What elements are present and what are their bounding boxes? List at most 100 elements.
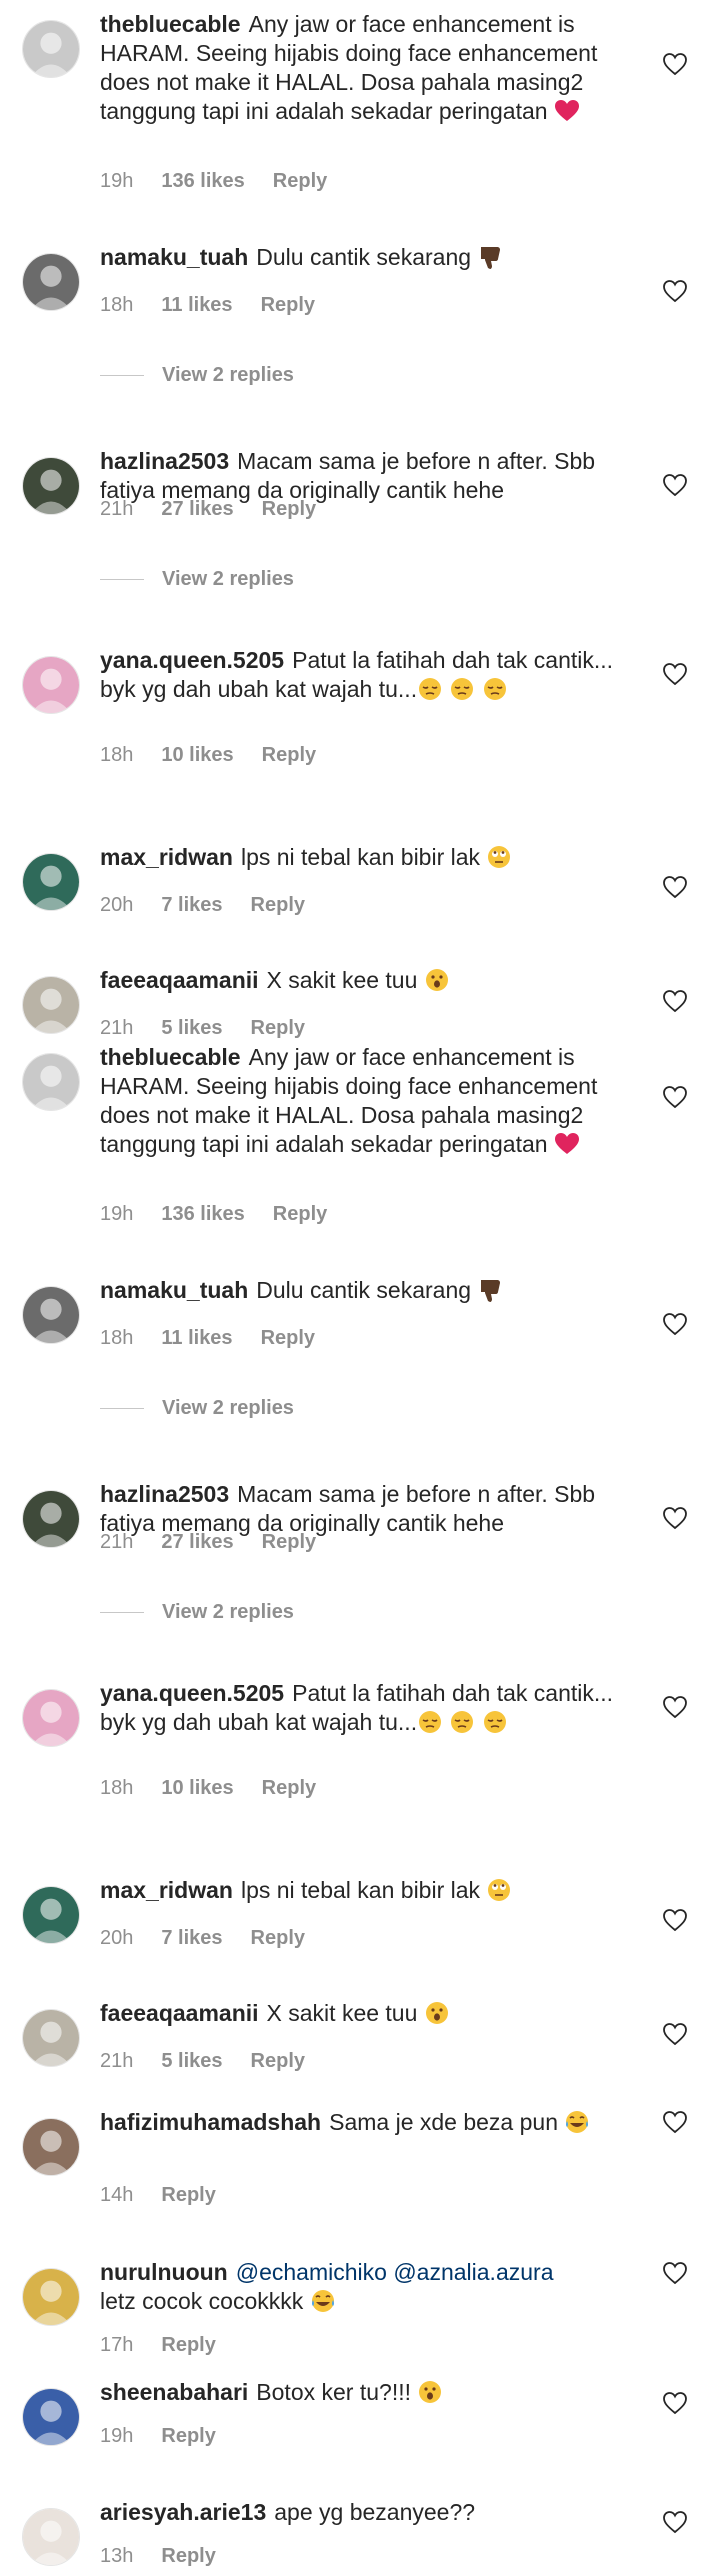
- username-link[interactable]: hazlina2503: [100, 1481, 229, 1507]
- pensive-emoji-icon: [451, 678, 474, 700]
- comment-body: X sakit kee tuu: [266, 967, 418, 993]
- reply-button[interactable]: Reply: [262, 744, 316, 766]
- username-link[interactable]: max_ridwan: [100, 1877, 233, 1903]
- username-link[interactable]: hazlina2503: [100, 448, 229, 474]
- like-heart-icon[interactable]: [662, 473, 688, 497]
- view-replies-button[interactable]: View 2 replies: [100, 362, 294, 388]
- like-heart-icon[interactable]: [662, 2022, 688, 2046]
- like-heart-icon[interactable]: [662, 1695, 688, 1719]
- like-heart-icon[interactable]: [662, 279, 688, 303]
- likes-count[interactable]: 27 likes: [161, 498, 233, 520]
- comment-meta: 20h 7 likes Reply: [100, 1927, 333, 1950]
- tears-of-joy-emoji-icon: [566, 2111, 589, 2133]
- username-link[interactable]: max_ridwan: [100, 844, 233, 870]
- avatar[interactable]: [22, 656, 80, 714]
- reply-button[interactable]: Reply: [251, 1927, 305, 1949]
- username-link[interactable]: yana.queen.5205: [100, 647, 284, 673]
- avatar[interactable]: [22, 1689, 80, 1747]
- reply-button[interactable]: Reply: [273, 1203, 327, 1225]
- username-link[interactable]: yana.queen.5205: [100, 1680, 284, 1706]
- like-heart-icon[interactable]: [662, 1312, 688, 1336]
- likes-count[interactable]: 5 likes: [161, 2050, 222, 2072]
- replies-divider: [100, 374, 144, 376]
- avatar[interactable]: [22, 2009, 80, 2067]
- reply-button[interactable]: Reply: [161, 2334, 215, 2356]
- username-link[interactable]: namaku_tuah: [100, 244, 248, 270]
- reply-button[interactable]: Reply: [273, 170, 327, 192]
- avatar[interactable]: [22, 20, 80, 78]
- avatar[interactable]: [22, 253, 80, 311]
- comment-body: Sama je xde beza pun: [329, 2109, 558, 2135]
- replies-divider: [100, 1407, 144, 1409]
- avatar[interactable]: [22, 1490, 80, 1548]
- username-link[interactable]: thebluecable: [100, 1044, 241, 1070]
- likes-count[interactable]: 136 likes: [161, 170, 244, 192]
- likes-count[interactable]: 10 likes: [161, 1777, 233, 1799]
- username-link[interactable]: nurulnuoun: [100, 2259, 228, 2285]
- like-heart-icon[interactable]: [662, 2391, 688, 2415]
- reply-button[interactable]: Reply: [262, 1531, 316, 1553]
- like-heart-icon[interactable]: [662, 2261, 688, 2285]
- reply-button[interactable]: Reply: [262, 1777, 316, 1799]
- reply-button[interactable]: Reply: [261, 294, 315, 316]
- comment-meta: 21h 27 likes Reply: [100, 498, 344, 521]
- likes-count[interactable]: 10 likes: [161, 744, 233, 766]
- like-heart-icon[interactable]: [662, 1085, 688, 1109]
- view-replies-button[interactable]: View 2 replies: [100, 1599, 294, 1625]
- comment-meta: 21h 5 likes Reply: [100, 1017, 333, 1040]
- username-link[interactable]: thebluecable: [100, 11, 241, 37]
- avatar[interactable]: [22, 2388, 80, 2446]
- likes-count[interactable]: 11 likes: [161, 1327, 232, 1349]
- reply-button[interactable]: Reply: [161, 2425, 215, 2447]
- mention-link[interactable]: @aznalia.azura: [393, 2259, 553, 2285]
- username-link[interactable]: faeeaqaamanii: [100, 2000, 259, 2026]
- likes-count[interactable]: 7 likes: [161, 1927, 222, 1949]
- replies-divider: [100, 1611, 144, 1613]
- avatar[interactable]: [22, 1886, 80, 1944]
- thumbs-down-emoji-icon: [481, 1280, 501, 1302]
- mention-link[interactable]: @echamichiko: [236, 2259, 387, 2285]
- username-link[interactable]: hafizimuhamadshah: [100, 2109, 321, 2135]
- like-heart-icon[interactable]: [662, 2110, 688, 2134]
- username-link[interactable]: faeeaqaamanii: [100, 967, 259, 993]
- username-link[interactable]: sheenabahari: [100, 2379, 248, 2405]
- avatar[interactable]: [22, 2268, 80, 2326]
- view-replies-button[interactable]: View 2 replies: [100, 1395, 294, 1421]
- avatar[interactable]: [22, 457, 80, 515]
- comment-body: Dulu cantik sekarang: [256, 244, 472, 270]
- reply-button[interactable]: Reply: [161, 2184, 215, 2206]
- likes-count[interactable]: 136 likes: [161, 1203, 244, 1225]
- comment-text: max_ridwan lps ni tebal kan bibir lak: [100, 1876, 630, 1905]
- likes-count[interactable]: 5 likes: [161, 1017, 222, 1039]
- like-heart-icon[interactable]: [662, 2510, 688, 2534]
- timestamp: 13h: [100, 2545, 134, 2567]
- avatar[interactable]: [22, 2118, 80, 2176]
- like-heart-icon[interactable]: [662, 52, 688, 76]
- like-heart-icon[interactable]: [662, 1908, 688, 1932]
- comment-text: namaku_tuah Dulu cantik sekarang: [100, 1276, 630, 1305]
- avatar[interactable]: [22, 2508, 80, 2566]
- view-replies-button[interactable]: View 2 replies: [100, 566, 294, 592]
- reply-button[interactable]: Reply: [251, 2050, 305, 2072]
- likes-count[interactable]: 11 likes: [161, 294, 232, 316]
- avatar[interactable]: [22, 853, 80, 911]
- reply-button[interactable]: Reply: [161, 2545, 215, 2567]
- reply-button[interactable]: Reply: [262, 498, 316, 520]
- like-heart-icon[interactable]: [662, 662, 688, 686]
- avatar[interactable]: [22, 976, 80, 1034]
- comment-meta: 21h 27 likes Reply: [100, 1531, 344, 1554]
- like-heart-icon[interactable]: [662, 1506, 688, 1530]
- reply-button[interactable]: Reply: [251, 894, 305, 916]
- reply-button[interactable]: Reply: [251, 1017, 305, 1039]
- reply-button[interactable]: Reply: [261, 1327, 315, 1349]
- likes-count[interactable]: 27 likes: [161, 1531, 233, 1553]
- comment-meta: 18h 11 likes Reply: [100, 294, 343, 317]
- username-link[interactable]: ariesyah.arie13: [100, 2499, 266, 2525]
- like-heart-icon[interactable]: [662, 875, 688, 899]
- likes-count[interactable]: 7 likes: [161, 894, 222, 916]
- like-heart-icon[interactable]: [662, 989, 688, 1013]
- comment-body: Dulu cantik sekarang: [256, 1277, 472, 1303]
- avatar[interactable]: [22, 1053, 80, 1111]
- username-link[interactable]: namaku_tuah: [100, 1277, 248, 1303]
- avatar[interactable]: [22, 1286, 80, 1344]
